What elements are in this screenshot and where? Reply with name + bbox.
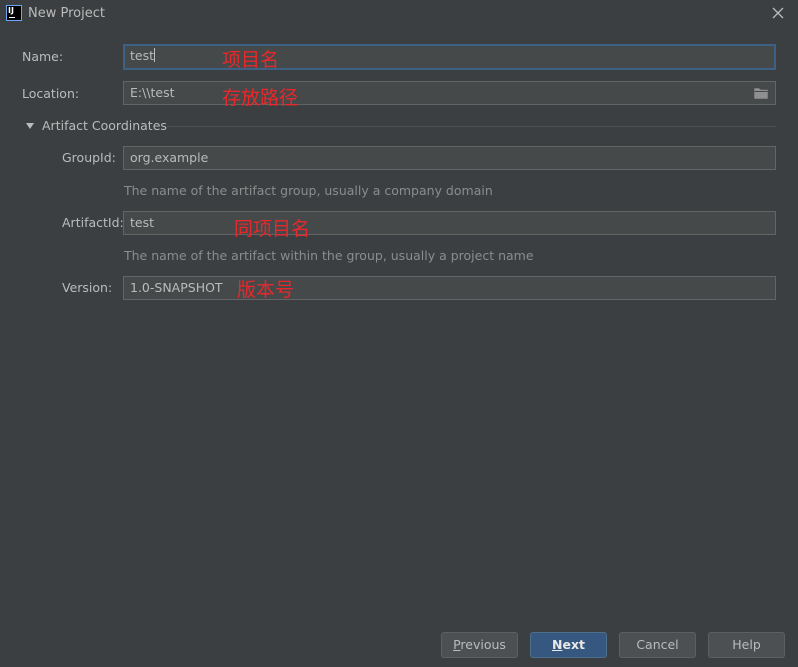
intellij-icon: IJ (6, 5, 22, 21)
artifactid-hint: The name of the artifact within the grou… (124, 248, 534, 263)
version-input[interactable]: 1.0-SNAPSHOT (123, 276, 776, 300)
title-bar: IJ New Project (0, 0, 798, 27)
name-value: test (130, 48, 155, 63)
version-label: Version: (62, 280, 113, 295)
close-icon[interactable] (770, 5, 786, 21)
section-label: Artifact Coordinates (42, 118, 167, 133)
help-button[interactable]: Help (708, 632, 785, 658)
triangle-down-icon (26, 123, 34, 129)
artifactid-value: test (130, 215, 155, 230)
groupid-value: org.example (130, 150, 209, 165)
artifactid-input[interactable]: test (123, 211, 776, 235)
groupid-hint: The name of the artifact group, usually … (124, 183, 493, 198)
cancel-button[interactable]: Cancel (619, 632, 696, 658)
previous-button[interactable]: Previous (441, 632, 518, 658)
section-divider (167, 126, 776, 127)
location-label: Location: (22, 86, 80, 101)
name-label: Name: (22, 49, 64, 64)
next-button[interactable]: Next (530, 632, 607, 658)
new-project-dialog: IJ New Project Name: test 项目名 Location: … (0, 0, 798, 667)
artifact-coordinates-toggle[interactable]: Artifact Coordinates (22, 117, 776, 135)
window-title: New Project (28, 6, 105, 21)
folder-icon[interactable] (754, 87, 768, 99)
location-input[interactable]: E:\\test (123, 81, 776, 105)
location-value: E:\\test (130, 85, 175, 100)
artifactid-label: ArtifactId: (62, 215, 124, 230)
groupid-label: GroupId: (62, 150, 116, 165)
name-input[interactable]: test (123, 44, 776, 70)
text-caret (154, 48, 156, 62)
version-value: 1.0-SNAPSHOT (130, 280, 223, 295)
groupid-input[interactable]: org.example (123, 146, 776, 170)
